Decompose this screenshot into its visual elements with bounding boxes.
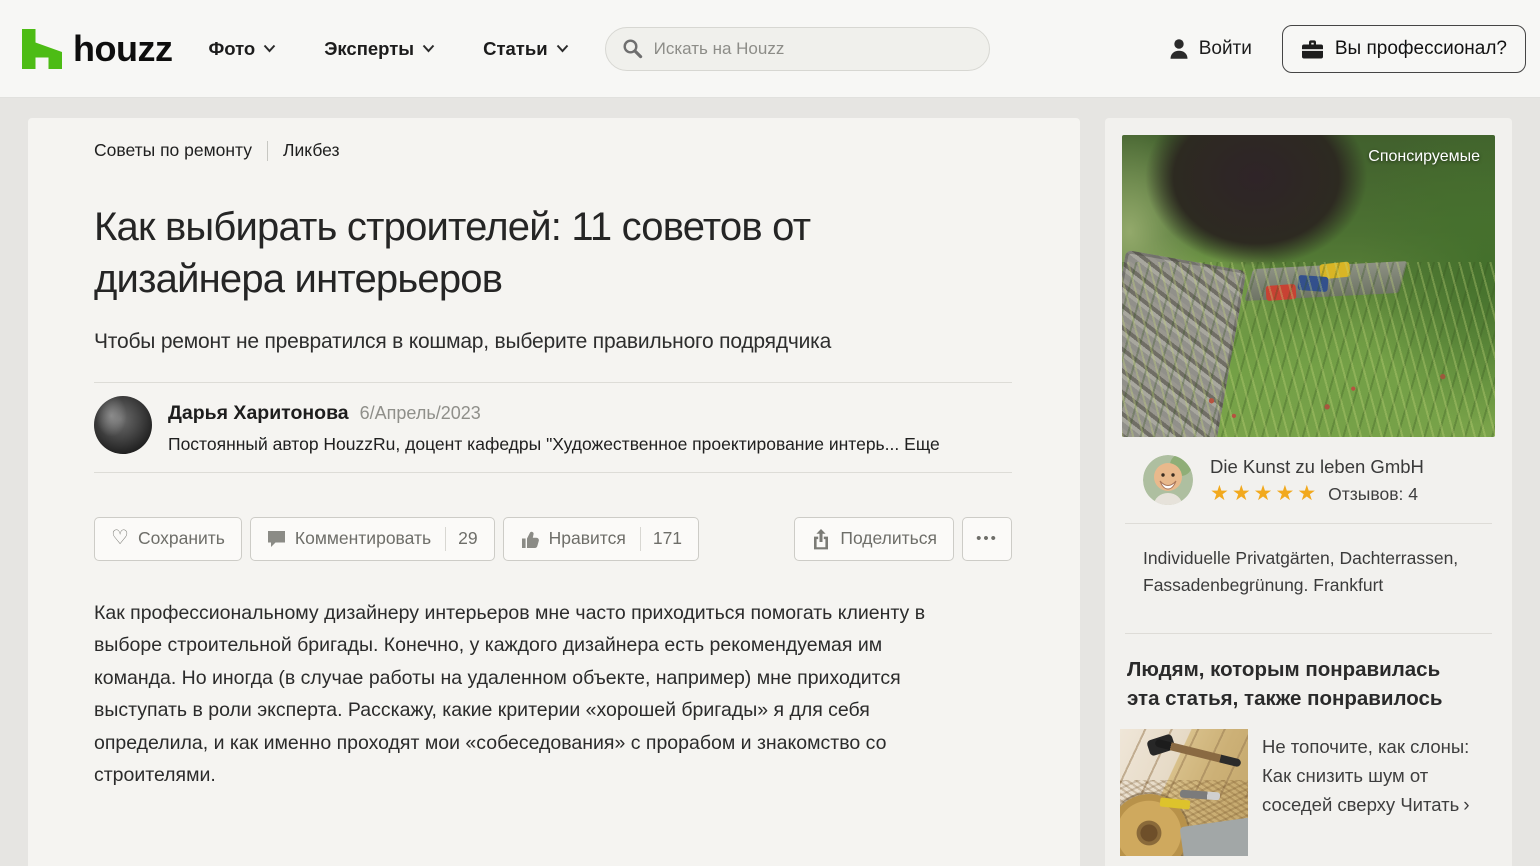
reviews-count-link[interactable]: Отзывов: 4 bbox=[1328, 484, 1418, 505]
count-separator bbox=[640, 527, 641, 551]
article-date: 6/Апрель/2023 bbox=[360, 403, 481, 424]
nav-item-label: Статьи bbox=[483, 38, 548, 60]
main-nav: Фото Эксперты Статьи bbox=[208, 38, 568, 60]
article-subtitle: Чтобы ремонт не превратился в кошмар, вы… bbox=[94, 330, 1040, 354]
search-bar bbox=[605, 27, 990, 71]
star-icon: ★ bbox=[1232, 483, 1251, 504]
chevron-right-icon: › bbox=[1463, 791, 1469, 820]
breadcrumb-separator bbox=[267, 141, 268, 161]
nav-item-photos[interactable]: Фото bbox=[208, 38, 276, 60]
related-articles-heading: Людям, которым понравилась эта статья, т… bbox=[1127, 655, 1477, 713]
are-you-a-pro-button[interactable]: Вы профессионал? bbox=[1282, 25, 1526, 73]
comment-count: 29 bbox=[458, 528, 477, 549]
company-description: Individuelle Privatgärten, Dachterrassen… bbox=[1143, 545, 1473, 599]
sponsored-company-block: Die Kunst zu leben GmbH ★★★★★ Отзывов: 4 bbox=[1143, 455, 1424, 505]
article-title: Как выбирать строителей: 11 советов от д… bbox=[94, 201, 924, 306]
company-rating: ★★★★★ Отзывов: 4 bbox=[1210, 483, 1424, 504]
top-navbar: houzz Фото Эксперты Статьи bbox=[0, 0, 1540, 98]
thumbs-up-icon bbox=[520, 529, 540, 549]
author-block: Дарья Харитонова 6/Апрель/2023 Постоянны… bbox=[94, 396, 1040, 455]
chevron-down-icon bbox=[263, 44, 276, 53]
breadcrumb: Советы по ремонту Ликбез bbox=[94, 140, 1040, 161]
author-bio-text: Постоянный автор HouzzRu, доцент кафедры… bbox=[168, 434, 899, 454]
chevron-down-icon bbox=[556, 44, 569, 53]
star-icon: ★ bbox=[1210, 483, 1229, 504]
nav-item-articles[interactable]: Статьи bbox=[483, 38, 569, 60]
read-label: Читать bbox=[1400, 794, 1459, 815]
like-count: 171 bbox=[653, 528, 682, 549]
briefcase-icon bbox=[1301, 39, 1324, 59]
save-label: Сохранить bbox=[138, 528, 225, 549]
author-avatar[interactable] bbox=[94, 396, 152, 454]
ellipsis-icon: ••• bbox=[976, 530, 998, 547]
star-icon: ★ bbox=[1275, 483, 1294, 504]
nav-item-label: Фото bbox=[208, 38, 255, 60]
divider bbox=[1125, 523, 1492, 524]
article-body-paragraph: Как профессиональному дизайнеру интерьер… bbox=[94, 597, 939, 792]
divider bbox=[94, 472, 1012, 473]
nav-item-label: Эксперты bbox=[324, 38, 414, 60]
company-avatar[interactable] bbox=[1143, 455, 1193, 505]
share-label: Поделиться bbox=[840, 528, 937, 549]
sidebar: Спонсируемые Die Kunst zu leben GmbH ★★★… bbox=[1105, 118, 1512, 866]
count-separator bbox=[445, 527, 446, 551]
star-rating-icons: ★★★★★ bbox=[1210, 483, 1316, 504]
login-button[interactable]: Войти bbox=[1169, 38, 1252, 60]
search-input[interactable] bbox=[654, 39, 973, 59]
author-name[interactable]: Дарья Харитонова bbox=[168, 402, 349, 425]
header-right: Войти Вы профессионал? bbox=[1169, 25, 1526, 73]
flowers-graphic bbox=[1122, 135, 1495, 437]
comment-button[interactable]: Комментировать 29 bbox=[250, 517, 495, 561]
author-bio: Постоянный автор HouzzRu, доцент кафедры… bbox=[168, 434, 940, 455]
houzz-logo-icon bbox=[22, 29, 62, 69]
like-button[interactable]: Нравится 171 bbox=[503, 517, 699, 561]
login-label: Войти bbox=[1199, 38, 1252, 60]
houzz-logo[interactable]: houzz bbox=[22, 28, 172, 70]
read-link[interactable]: Читать› bbox=[1400, 794, 1469, 815]
comment-bubble-icon bbox=[267, 530, 286, 548]
like-label: Нравится bbox=[549, 528, 626, 549]
nav-item-experts[interactable]: Эксперты bbox=[324, 38, 435, 60]
pro-button-label: Вы профессионал? bbox=[1335, 38, 1507, 60]
sponsored-badge: Спонсируемые bbox=[1368, 148, 1480, 166]
divider bbox=[1125, 633, 1492, 634]
search-icon bbox=[622, 38, 643, 59]
houzz-logo-text: houzz bbox=[73, 28, 172, 70]
heart-icon: ♡ bbox=[111, 528, 129, 548]
star-icon: ★ bbox=[1297, 483, 1316, 504]
person-icon bbox=[1169, 38, 1189, 60]
related-article-item: Не топочите, как слоны: Как снизить шум … bbox=[1120, 729, 1498, 856]
comment-label: Комментировать bbox=[295, 528, 431, 549]
bio-more-link[interactable]: Еще bbox=[904, 434, 940, 454]
share-icon bbox=[811, 528, 831, 550]
star-icon: ★ bbox=[1254, 483, 1273, 504]
chevron-down-icon bbox=[422, 44, 435, 53]
breadcrumb-section[interactable]: Советы по ремонту bbox=[94, 140, 252, 161]
save-button[interactable]: ♡ Сохранить bbox=[94, 517, 242, 561]
share-button[interactable]: Поделиться bbox=[794, 517, 954, 561]
article-actions: ♡ Сохранить Комментировать 29 Нравится 1… bbox=[94, 517, 1012, 561]
sponsored-garden-image[interactable]: Спонсируемые bbox=[1122, 135, 1495, 437]
company-name[interactable]: Die Kunst zu leben GmbH bbox=[1210, 456, 1424, 478]
breadcrumb-category[interactable]: Ликбез bbox=[283, 140, 340, 161]
divider bbox=[94, 382, 1012, 383]
related-article-text: Не топочите, как слоны: Как снизить шум … bbox=[1262, 729, 1498, 856]
related-article-thumbnail[interactable] bbox=[1120, 729, 1248, 856]
author-info: Дарья Харитонова 6/Апрель/2023 Постоянны… bbox=[168, 396, 940, 455]
article-card: Советы по ремонту Ликбез Как выбирать ст… bbox=[28, 118, 1080, 866]
company-info: Die Kunst zu leben GmbH ★★★★★ Отзывов: 4 bbox=[1210, 456, 1424, 504]
more-actions-button[interactable]: ••• bbox=[962, 517, 1012, 561]
